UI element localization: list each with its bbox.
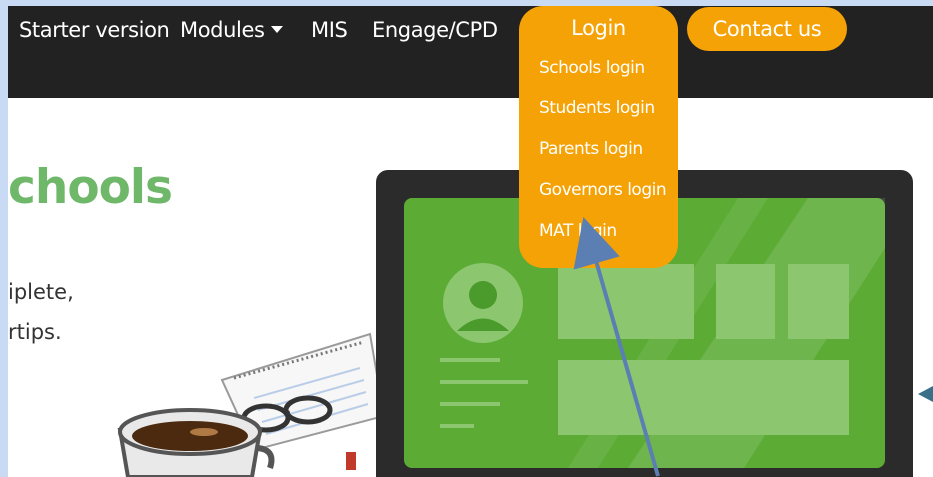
- annotation-overlay: [573, 216, 660, 477]
- pointer-arrow: [573, 216, 660, 477]
